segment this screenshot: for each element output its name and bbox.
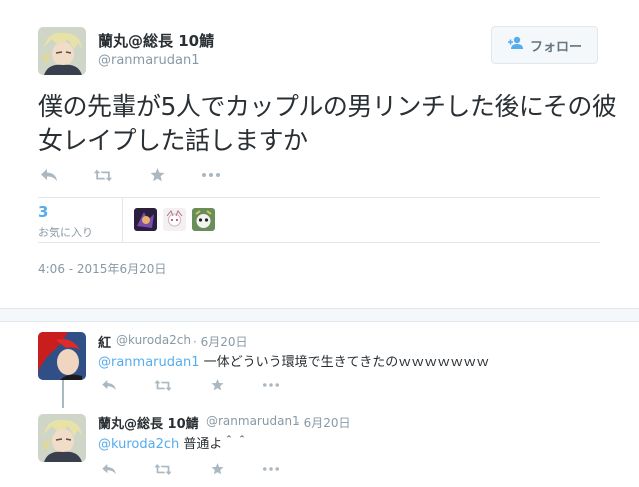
favoriter-avatar[interactable] bbox=[134, 208, 157, 231]
favorite-icon[interactable] bbox=[208, 378, 226, 392]
more-icon[interactable] bbox=[202, 168, 220, 182]
reply-avatar[interactable] bbox=[38, 332, 86, 380]
retweet-icon[interactable] bbox=[94, 168, 112, 182]
tweet-stats: 3 お気に入り bbox=[38, 198, 600, 242]
main-tweet: 蘭丸@総長 10鯖 @ranmarudan1 フォロー 僕の先輩が5人でカップル… bbox=[0, 0, 639, 308]
reply-text: @kuroda2ch 普通よ＾＾ bbox=[98, 433, 248, 452]
favoriter-avatar[interactable] bbox=[163, 208, 186, 231]
author-handle[interactable]: @ranmarudan1 bbox=[98, 53, 200, 68]
follow-person-icon bbox=[507, 36, 524, 54]
reply-author-name[interactable]: 紅 bbox=[98, 332, 111, 351]
retweet-icon[interactable] bbox=[154, 378, 172, 392]
reply-avatar[interactable] bbox=[38, 414, 86, 462]
retweet-icon[interactable] bbox=[154, 462, 172, 476]
reply-text: @ranmarudan1 一体どういう環境で生きてきたのｗｗｗｗｗｗｗ bbox=[98, 351, 489, 370]
favoriter-avatar[interactable] bbox=[192, 208, 215, 231]
more-icon[interactable] bbox=[262, 462, 280, 476]
more-icon[interactable] bbox=[262, 378, 280, 392]
reply-handle[interactable]: @ranmarudan1 bbox=[206, 414, 300, 428]
author-avatar[interactable] bbox=[38, 27, 86, 75]
favorite-icon[interactable] bbox=[208, 462, 226, 476]
reply-date[interactable]: · 6月20日 bbox=[193, 333, 248, 350]
divider bbox=[38, 242, 600, 243]
follow-label: フォロー bbox=[529, 39, 582, 55]
thread-connector bbox=[62, 380, 64, 408]
reply-handle[interactable]: @kuroda2ch bbox=[116, 333, 191, 347]
reply-icon[interactable] bbox=[100, 462, 118, 476]
reply-body: 普通よ＾＾ bbox=[179, 437, 249, 452]
reply-date[interactable]: · 6月20日 bbox=[296, 414, 351, 431]
favorites-label: お気に入り bbox=[38, 226, 93, 239]
reply-actions bbox=[100, 462, 316, 476]
follow-button[interactable]: フォロー bbox=[491, 26, 598, 64]
author-name[interactable]: 蘭丸@総長 10鯖 bbox=[98, 30, 214, 51]
tweet-actions bbox=[40, 168, 256, 182]
mention-link[interactable]: @ranmarudan1 bbox=[98, 355, 200, 370]
section-gap bbox=[0, 308, 639, 322]
favoriters-avatars bbox=[134, 208, 215, 231]
mention-link[interactable]: @kuroda2ch bbox=[98, 437, 179, 452]
tweet-text: 僕の先輩が5人でカップルの男リンチした後にその彼女レイプした話しますか bbox=[38, 92, 617, 155]
stats-divider bbox=[122, 198, 123, 242]
favorites-count[interactable]: 3 bbox=[38, 203, 48, 221]
reply-icon[interactable] bbox=[40, 168, 58, 182]
reply-body: 一体どういう環境で生きてきたのｗｗｗｗｗｗｗ bbox=[199, 355, 490, 370]
reply-icon[interactable] bbox=[100, 378, 118, 392]
reply-author-name[interactable]: 蘭丸@総長 10鯖 bbox=[98, 413, 199, 432]
favorite-icon[interactable] bbox=[148, 168, 166, 182]
reply-actions bbox=[100, 378, 316, 392]
tweet-timestamp[interactable]: 4:06 - 2015年6月20日 bbox=[38, 260, 166, 277]
